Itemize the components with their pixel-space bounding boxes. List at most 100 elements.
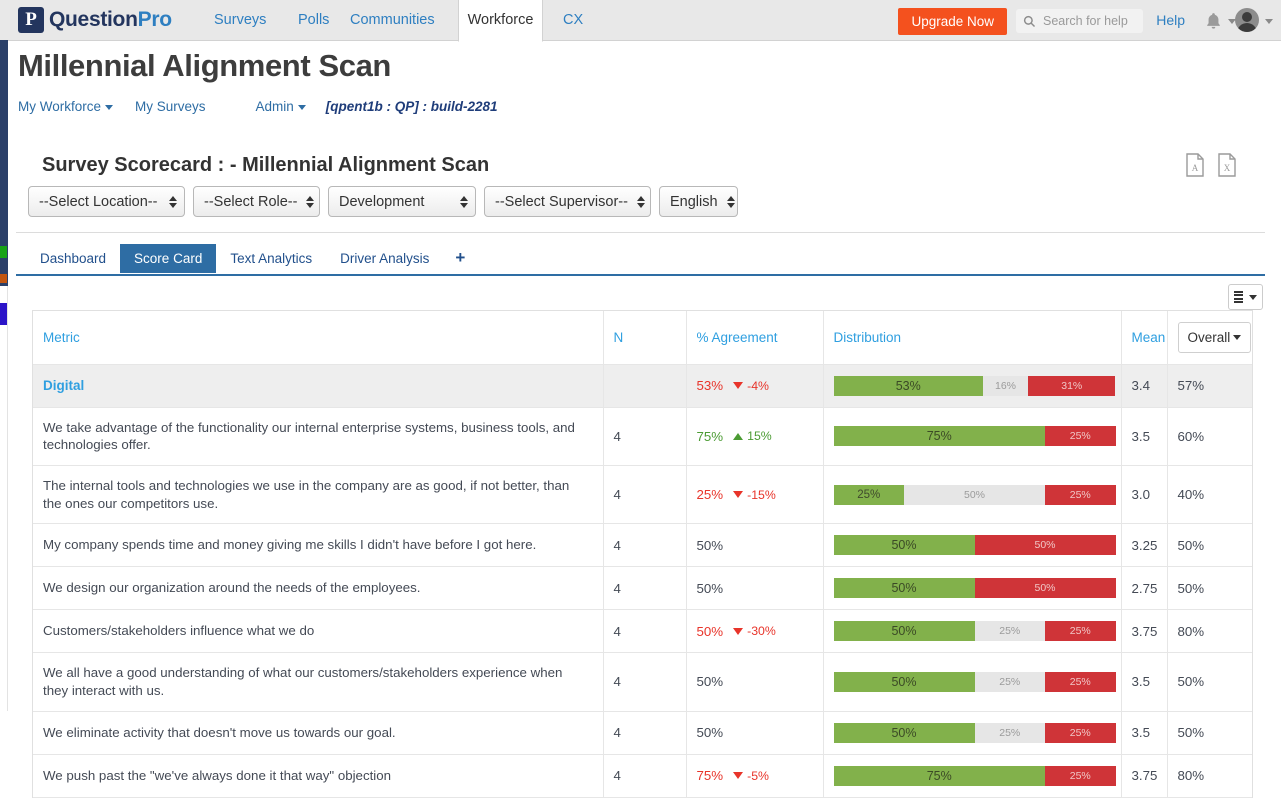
cell-agreement: 53% -4% [686, 364, 824, 408]
nav-item-polls[interactable]: Polls [288, 0, 339, 41]
metric-label: We eliminate activity that doesn't move … [43, 724, 396, 740]
metric-label: Customers/stakeholders influence what we… [43, 623, 315, 639]
col-header-overall-cell: Overall [1167, 311, 1252, 365]
help-search-box[interactable] [1016, 9, 1143, 33]
cell-overall: 40% [1167, 465, 1252, 525]
table-row[interactable]: We push past the "we've always done it t… [33, 754, 1252, 798]
col-header-distribution[interactable]: Distribution [823, 311, 1122, 365]
nav-item-communities[interactable]: Communities [340, 0, 445, 41]
column-chooser-button[interactable] [1228, 284, 1263, 310]
table-row[interactable]: We take advantage of the functionality o… [33, 407, 1252, 466]
distribution-segment-neutral: 16% [982, 375, 1029, 396]
distribution-bar: 75% 25% [833, 765, 1116, 786]
distribution-segment-unfavorable: 50% [974, 578, 1116, 599]
breadcrumb-admin-label: Admin [255, 99, 294, 114]
questionpro-logo[interactable]: P QuestionPro [18, 7, 172, 33]
table-row[interactable]: My company spends time and money giving … [33, 523, 1252, 568]
cell-metric: We push past the "we've always done it t… [33, 754, 604, 798]
tab-driver-analysis[interactable]: Driver Analysis [326, 244, 443, 273]
breadcrumb-admin[interactable]: Admin [256, 99, 306, 114]
distribution-segment-unfavorable: 25% [1045, 426, 1116, 447]
tab-score-card[interactable]: Score Card [120, 244, 217, 273]
table-row[interactable]: We design our organization around the ne… [33, 566, 1252, 611]
overall-dropdown-button[interactable]: Overall [1177, 321, 1252, 353]
distribution-bar: 53% 16% 31% [833, 375, 1116, 396]
chevron-down-icon [105, 104, 114, 110]
tabs-underline [16, 274, 1265, 276]
add-tab-button[interactable]: + [443, 246, 475, 273]
select-language[interactable]: English [659, 186, 738, 217]
account-menu-caret-icon[interactable] [1265, 19, 1273, 24]
search-input[interactable] [1041, 13, 1137, 29]
nav-item-surveys[interactable]: Surveys [204, 0, 276, 41]
select-department-value: Development [339, 193, 425, 210]
table-row[interactable]: The internal tools and technologies we u… [33, 465, 1252, 525]
col-header-mean[interactable]: Mean [1121, 311, 1168, 365]
breadcrumb-my-surveys[interactable]: My Surveys [135, 99, 206, 114]
nav-item-cx[interactable]: CX [553, 0, 593, 41]
chevron-down-icon [297, 104, 306, 110]
trend-down-icon [733, 382, 744, 389]
tab-text-analytics[interactable]: Text Analytics [216, 244, 326, 273]
distribution-segment-unfavorable: 25% [1045, 484, 1116, 505]
logo-wordmark: QuestionPro [49, 8, 172, 32]
select-department[interactable]: Development [328, 186, 476, 217]
help-link[interactable]: Help [1156, 0, 1185, 41]
table-row[interactable]: We eliminate activity that doesn't move … [33, 711, 1252, 755]
avatar-body-icon [1237, 23, 1257, 32]
col-header-metric[interactable]: Metric [33, 311, 604, 365]
sidebar-marker-green [0, 246, 7, 258]
trend-up-icon [733, 432, 744, 440]
sidebar-marker-blue [0, 303, 7, 325]
distribution-segment-favorable: 53% [833, 375, 983, 396]
chevron-down-icon [1233, 334, 1242, 340]
cell-agreement: 75% -5% [686, 754, 824, 798]
cell-metric: The internal tools and technologies we u… [33, 465, 604, 525]
upgrade-now-button[interactable]: Upgrade Now [898, 8, 1007, 35]
breadcrumb-my-workforce[interactable]: My Workforce [18, 99, 114, 114]
filter-bar: --Select Location-- --Select Role-- Deve… [28, 186, 738, 217]
select-supervisor[interactable]: --Select Supervisor-- [484, 186, 651, 217]
table-row[interactable]: We all have a good understanding of what… [33, 652, 1252, 712]
distribution-segment-neutral: 25% [974, 621, 1045, 642]
nav-item-workforce[interactable]: Workforce [458, 0, 543, 42]
sidebar-marker-orange [0, 274, 7, 283]
distribution-segment-favorable: 50% [833, 671, 975, 692]
col-header-agreement[interactable]: % Agreement [686, 311, 824, 365]
cell-metric: Digital [33, 364, 604, 408]
select-arrows-icon [306, 195, 315, 208]
cell-distribution: 75% 25% [823, 754, 1122, 798]
agreement-delta-label: 15% [747, 429, 772, 444]
distribution-bar: 50% 25% 25% [833, 671, 1116, 692]
export-pdf-icon[interactable]: A [1185, 153, 1205, 177]
distribution-segment-unfavorable: 25% [1045, 671, 1116, 692]
tab-dashboard[interactable]: Dashboard [26, 244, 120, 273]
select-location[interactable]: --Select Location-- [28, 186, 185, 217]
search-icon [1023, 15, 1036, 27]
agreement-value: 25% [696, 487, 724, 503]
table-group-row[interactable]: Digital 53% -4% 53% 16% 31% 3.4 57% [33, 364, 1252, 408]
cell-overall: 80% [1167, 609, 1252, 654]
cell-n: 4 [603, 523, 687, 568]
export-excel-icon[interactable]: X [1217, 153, 1237, 177]
table-row[interactable]: Customers/stakeholders influence what we… [33, 609, 1252, 654]
cell-overall: 57% [1167, 364, 1252, 408]
distribution-bar: 50% 25% 25% [833, 722, 1116, 743]
trend-down-icon [733, 491, 744, 499]
cell-metric: My company spends time and money giving … [33, 523, 604, 568]
cell-metric: We all have a good understanding of what… [33, 652, 604, 712]
bell-icon[interactable] [1205, 12, 1222, 30]
distribution-bar: 75% 25% [833, 426, 1116, 447]
metric-label: Digital [43, 377, 85, 393]
select-role[interactable]: --Select Role-- [193, 186, 320, 217]
col-header-n[interactable]: N [603, 311, 687, 365]
select-arrows-icon [636, 195, 645, 208]
distribution-segment-favorable: 75% [833, 426, 1045, 447]
metric-label: We all have a good understanding of what… [43, 665, 563, 698]
cell-mean: 3.25 [1121, 523, 1168, 568]
cell-distribution: 50% 50% [823, 523, 1122, 568]
agreement-delta-label: -15% [747, 487, 776, 502]
agreement-value: 50% [696, 674, 724, 690]
avatar[interactable] [1235, 8, 1259, 32]
agreement-value: 50% [696, 623, 724, 639]
